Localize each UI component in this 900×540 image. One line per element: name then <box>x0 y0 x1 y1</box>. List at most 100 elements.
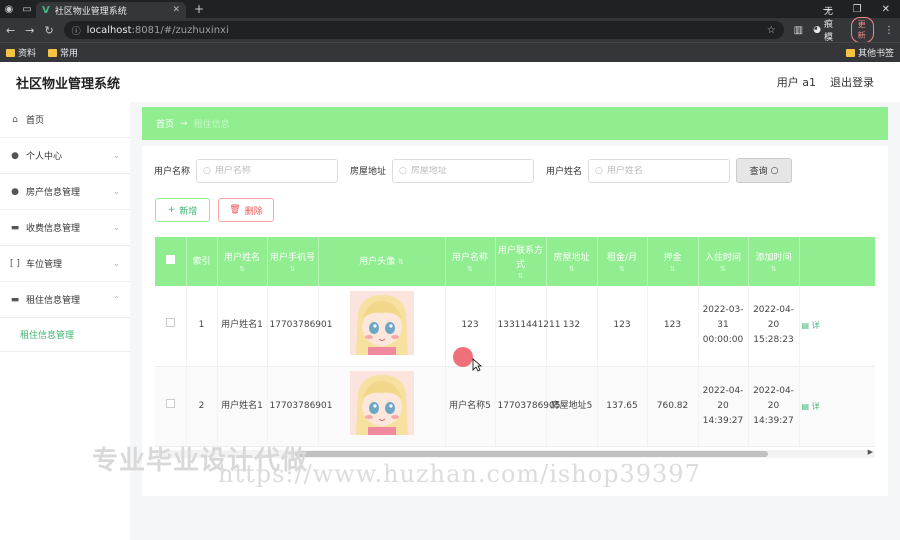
search-label-address: 房屋地址 <box>350 167 387 177</box>
username-search-field[interactable]: ○ <box>196 158 339 183</box>
search-icon: ○ <box>595 165 603 176</box>
cell-checkin: 2022-03-31 00:00:00 <box>698 286 749 367</box>
row-select-cell[interactable] <box>155 286 187 367</box>
browser-tab[interactable]: V 社区物业管理系统 ✕ <box>36 2 186 18</box>
folder-icon <box>6 48 15 57</box>
search-icon: ○ <box>399 165 407 176</box>
cell-avatar <box>318 286 446 367</box>
cell-deposit: 123 <box>647 286 699 367</box>
add-button[interactable]: + 新增 <box>155 198 210 222</box>
detail-button[interactable]: ▤ 详 <box>802 402 820 411</box>
username-search-input[interactable] <box>214 165 335 176</box>
column-header[interactable]: 用户联系方式 ⇅ <box>495 237 547 286</box>
forward-icon[interactable]: → <box>25 24 34 37</box>
breadcrumb-home[interactable]: 首页 <box>156 117 174 130</box>
browser-menu-icon[interactable]: ◉ <box>0 0 18 18</box>
document-icon: ▤ <box>801 401 810 411</box>
search-label-username: 用户名称 <box>154 167 191 177</box>
column-header[interactable]: 用户头像 ⇅ <box>318 237 446 286</box>
select-all-header[interactable] <box>155 237 187 286</box>
row-checkbox[interactable] <box>165 318 175 328</box>
column-header[interactable]: 用户名称 ⇅ <box>445 237 496 286</box>
delete-button[interactable]: 🗑 删除 <box>218 198 274 222</box>
column-header[interactable]: 押金 ⇅ <box>647 237 699 286</box>
bracket-icon: [ ] <box>10 258 20 269</box>
sort-icon[interactable]: ⇅ <box>270 265 316 273</box>
row-checkbox[interactable] <box>165 398 175 408</box>
chevron-up-icon: ⌃ <box>113 295 120 304</box>
info-icon[interactable]: ⓘ <box>72 24 81 37</box>
user-avatar <box>349 290 414 355</box>
sidebar-subitem-rental[interactable]: 租住信息管理 <box>0 318 130 352</box>
bookmark-folder-2[interactable]: 常用 <box>48 46 78 59</box>
sort-icon[interactable]: ⇅ <box>220 265 265 273</box>
close-window-icon[interactable]: ✕ <box>882 4 890 15</box>
app-header: 社区物业管理系统 用户 a1 退出登录 <box>0 62 900 102</box>
other-bookmarks[interactable]: 其他书签 <box>845 46 894 59</box>
detail-button[interactable]: ▤ 详 <box>802 321 820 330</box>
sort-icon[interactable]: ⇅ <box>751 265 797 273</box>
breadcrumb-arrow-icon: → <box>180 118 188 129</box>
sidepanel-icon[interactable]: ▥ <box>794 25 803 36</box>
sidebar-item-rental[interactable]: ▬ 租住信息管理 ⌃ <box>0 282 130 318</box>
cell-phone: 17703786901 <box>267 366 333 447</box>
vue-logo-icon: V <box>42 4 50 16</box>
sort-icon[interactable]: ⇅ <box>650 265 696 273</box>
logout-link[interactable]: 退出登录 <box>830 74 874 90</box>
tab-overview-icon[interactable]: ▭ <box>18 0 36 18</box>
sidebar-item-profile[interactable]: ● 个人中心 ⌄ <box>0 138 130 174</box>
sidebar-item-property[interactable]: ● 房产信息管理 ⌄ <box>0 174 130 210</box>
cell-name: 用户姓名1 <box>217 286 268 367</box>
column-header[interactable]: 用户姓名 ⇅ <box>217 237 268 286</box>
column-header: 索引 <box>186 237 218 286</box>
new-tab-icon[interactable]: + <box>194 2 204 16</box>
cell-address: 房屋地址5 <box>546 366 598 447</box>
column-header[interactable]: 房屋地址 ⇅ <box>546 237 598 286</box>
sort-icon[interactable]: ⇅ <box>549 265 595 273</box>
column-header[interactable]: 用户手机号 ⇅ <box>267 237 319 286</box>
back-icon[interactable]: ← <box>6 24 15 37</box>
select-all-checkbox[interactable] <box>165 254 175 264</box>
search-icon: ○ <box>770 165 779 176</box>
user-avatar <box>349 371 414 435</box>
sort-icon[interactable]: ⇅ <box>600 265 645 273</box>
sidebar-item-parking[interactable]: [ ] 车位管理 ⌄ <box>0 246 130 282</box>
more-menu-icon[interactable]: ⋮ <box>884 25 894 36</box>
search-icon: ○ <box>203 165 211 176</box>
cell-contact: 17703786905 <box>495 366 561 447</box>
bookmark-star-icon[interactable]: ☆ <box>767 25 776 36</box>
action-buttons: + 新增 🗑 删除 <box>155 198 274 222</box>
table-row: 2 用户姓名1 17703786901 用户名称5 17703786905 房屋… <box>155 366 875 447</box>
address-bar[interactable]: ⓘ localhost:8081/#/zuzhuxinxi ☆ <box>63 21 784 39</box>
query-button[interactable]: 查询 ○ <box>736 158 793 183</box>
realname-search-input[interactable] <box>606 165 727 176</box>
breadcrumb: 首页 → 租住信息 <box>142 107 888 140</box>
cell-phone: 17703786901 <box>267 286 333 367</box>
column-header[interactable]: 租金/月 ⇅ <box>597 237 648 286</box>
restore-icon[interactable]: ❐ <box>853 4 862 15</box>
sidebar-item-home[interactable]: ⌂ 首页 <box>0 102 130 138</box>
scrollbar-thumb[interactable] <box>295 451 768 457</box>
column-header[interactable]: 入住时间 ⇅ <box>698 237 749 286</box>
user-icon: ● <box>11 186 19 197</box>
close-tab-icon[interactable]: ✕ <box>172 5 180 15</box>
bookmark-folder-1[interactable]: 资料 <box>6 46 36 59</box>
scroll-right-icon[interactable]: ▶ <box>868 448 873 456</box>
update-button[interactable]: 更新 <box>850 17 874 43</box>
realname-search-field[interactable]: ○ <box>588 158 731 183</box>
column-header[interactable]: 添加时间 ⇅ <box>748 237 800 286</box>
sidebar-item-fees[interactable]: ▬ 收费信息管理 ⌄ <box>0 210 130 246</box>
cell-index: 1 <box>186 286 218 367</box>
address-search-input[interactable] <box>410 165 531 176</box>
address-search-field[interactable]: ○ <box>392 158 535 183</box>
sort-icon[interactable]: ⇅ <box>498 272 544 280</box>
reload-icon[interactable]: ↻ <box>44 24 53 37</box>
sort-icon[interactable]: ⇅ <box>448 265 493 273</box>
cell-added: 2022-04-20 15:28:23 <box>748 286 800 367</box>
browser-tabbar: ◉ ▭ V 社区物业管理系统 ✕ + — ❐ ✕ <box>0 0 900 18</box>
sort-icon[interactable]: ⇅ <box>701 265 746 273</box>
monitor-icon: ▬ <box>10 222 20 233</box>
sort-icon[interactable]: ⇅ <box>398 258 404 266</box>
row-select-cell[interactable] <box>155 366 187 447</box>
plus-icon: + <box>167 205 176 215</box>
